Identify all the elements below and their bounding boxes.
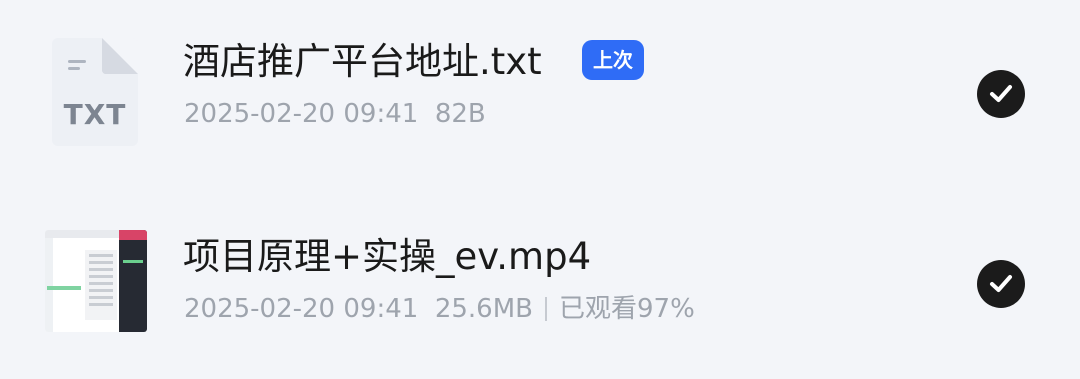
file-type-label: TXT (63, 98, 127, 131)
watch-progress: 已观看97% (559, 294, 695, 324)
last-opened-badge: 上次 (582, 40, 644, 80)
check-icon[interactable] (977, 260, 1025, 308)
txt-file-icon: TXT (52, 38, 138, 146)
file-size: 25.6MB (434, 294, 533, 324)
video-thumbnail (45, 230, 147, 332)
file-name: 项目原理+实操_ev.mp4 (183, 235, 592, 278)
file-row-video[interactable]: 项目原理+实操_ev.mp4 2025-02-20 09:41 25.6MB 已观… (0, 205, 1080, 365)
file-date: 2025-02-20 09:41 (184, 294, 419, 324)
file-row-txt[interactable]: TXT 酒店推广平台地址.txt 上次 2025-02-20 09:41 82B (0, 10, 1080, 170)
check-icon[interactable] (977, 70, 1025, 118)
meta-divider (545, 297, 547, 321)
file-meta: 2025-02-20 09:41 25.6MB 已观看97% (184, 293, 695, 325)
file-date: 2025-02-20 09:41 (184, 99, 419, 129)
file-name: 酒店推广平台地址.txt (183, 40, 542, 83)
file-size: 82B (434, 99, 486, 129)
file-meta: 2025-02-20 09:41 82B (184, 98, 486, 130)
